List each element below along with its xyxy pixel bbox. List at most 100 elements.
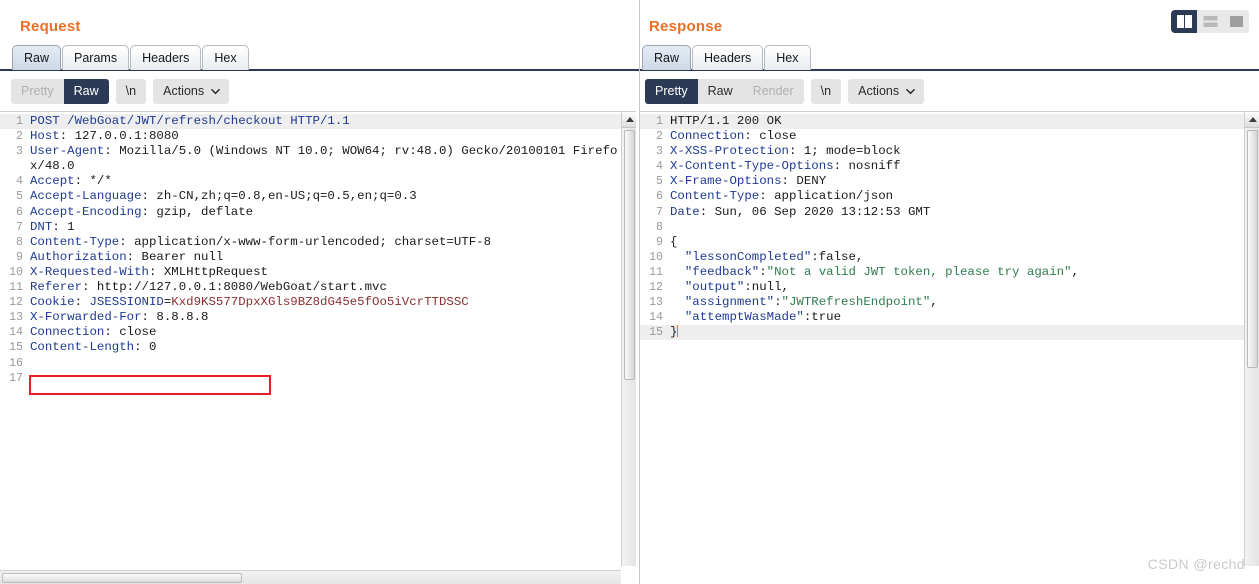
response-line: 5 X-Frame-Options: DENY — [640, 174, 1259, 189]
response-line-number: 2 — [656, 130, 663, 144]
response-line-number: 10 — [649, 250, 663, 264]
request-line-number: 5 — [16, 190, 23, 204]
request-line-number: 3 — [16, 145, 23, 159]
request-tab-raw[interactable]: Raw — [12, 44, 62, 70]
request-line-text: Connection: close — [30, 325, 157, 340]
response-line: 7 Date: Sun, 06 Sep 2020 13:12:53 GMT — [640, 205, 1259, 220]
request-line-number: 4 — [16, 175, 23, 189]
request-pretty-button[interactable]: Pretty — [11, 79, 64, 105]
request-line: 6 Accept-Encoding: gzip, deflate — [0, 205, 636, 220]
response-newline-button[interactable]: \n — [810, 78, 842, 105]
request-line-text: Accept: */* — [30, 174, 112, 189]
request-line: 2 Host: 127.0.0.1:8080 — [0, 129, 636, 144]
response-line-text: HTTP/1.1 200 OK — [670, 114, 782, 128]
response-line: 8 — [640, 220, 1259, 235]
chevron-down-icon — [906, 87, 915, 96]
request-actions-button[interactable]: Actions — [153, 78, 230, 105]
response-line-number: 9 — [656, 235, 663, 249]
request-line: 15 Content-Length: 0 — [0, 340, 636, 355]
request-line: 10 X-Requested-With: XMLHttpRequest — [0, 265, 636, 280]
response-line-number: 3 — [656, 145, 663, 159]
request-code[interactable]: 1 POST /WebGoat/JWT/refresh/checkout HTTP… — [0, 112, 636, 566]
response-line-text: "attemptWasMade":true — [670, 310, 842, 325]
request-line-text: Referer: http://127.0.0.1:8080/WebGoat/s… — [30, 280, 387, 295]
response-panel-title: Response — [649, 18, 723, 35]
response-pretty-button[interactable]: Pretty — [645, 78, 698, 105]
scroll-up-arrow-icon[interactable] — [1245, 112, 1259, 128]
response-render-button[interactable]: Render — [743, 79, 804, 105]
scroll-up-arrow-icon[interactable] — [622, 112, 636, 128]
response-view-mode-group: Pretty Raw Render — [645, 78, 804, 105]
response-line-number: 7 — [656, 205, 663, 219]
response-scroll-thumb[interactable] — [1247, 130, 1258, 368]
request-tab-hex[interactable]: Hex — [202, 44, 249, 70]
request-line: 5 Accept-Language: zh-CN,zh;q=0.8,en-US;q… — [0, 189, 636, 204]
response-editor[interactable]: 1 HTTP/1.1 200 OK 2 Connection: close 3 X-XSS… — [640, 111, 1259, 566]
request-panel: Request Raw Params Headers Hex Pretty Raw \… — [0, 0, 640, 584]
request-tab-headers[interactable]: Headers — [130, 44, 202, 70]
response-tab-headers[interactable]: Headers — [692, 44, 764, 70]
request-line-number: 1 — [16, 115, 23, 128]
request-line-number: 12 — [9, 296, 23, 310]
response-line-number: 6 — [656, 190, 663, 204]
response-actions-label: Actions — [858, 83, 900, 98]
layout-split-horizontal-button[interactable] — [1197, 10, 1223, 33]
response-actions-button[interactable]: Actions — [848, 78, 925, 105]
request-line: 12 Cookie: JSESSIONID=Kxd9KS577DpxXGls9BZ… — [0, 295, 636, 310]
request-raw-button[interactable]: Raw — [63, 78, 109, 105]
response-line: 4 X-Content-Type-Options: nosniff — [640, 159, 1259, 174]
layout-toggle-group — [1171, 10, 1249, 33]
response-line: 15} — [640, 325, 1259, 341]
request-view-mode-group: Pretty Raw — [11, 78, 109, 105]
response-line: 12 "output":null, — [640, 280, 1259, 295]
response-raw-button[interactable]: Raw — [698, 79, 743, 105]
request-hscroll-thumb[interactable] — [2, 573, 242, 583]
request-horizontal-scrollbar[interactable] — [0, 570, 621, 584]
request-line-text: Host: 127.0.0.1:8080 — [30, 129, 179, 144]
request-line: 3 User-Agent: Mozilla/5.0 (Windows NT 10.… — [0, 144, 636, 174]
response-tab-hex[interactable]: Hex — [764, 44, 811, 70]
response-message-tabs: Raw Headers Hex — [640, 44, 1259, 71]
response-line-text: X-XSS-Protection: 1; mode=block — [670, 144, 901, 159]
response-line: 6 Content-Type: application/json — [640, 189, 1259, 204]
request-line-text: Content-Length: 0 — [30, 340, 157, 355]
request-line-text: Cookie: JSESSIONID=Kxd9KS577DpxXGls9BZ8d… — [30, 295, 469, 310]
request-line-text: X-Forwarded-For: 8.8.8.8 — [30, 310, 209, 325]
response-line-number: 14 — [649, 311, 663, 325]
response-vertical-scrollbar[interactable] — [1244, 112, 1259, 566]
response-line-text: "feedback":"Not a valid JWT token, pleas… — [670, 264, 1079, 279]
request-line: 14 Connection: close — [0, 325, 636, 340]
response-line-number: 11 — [649, 265, 663, 279]
request-editor[interactable]: 1 POST /WebGoat/JWT/refresh/checkout HTTP… — [0, 111, 636, 566]
response-line-text: X-Frame-Options: DENY — [670, 174, 827, 189]
request-message-tabs: Raw Params Headers Hex — [0, 44, 639, 71]
response-line: 2 Connection: close — [640, 129, 1259, 144]
response-line-number: 5 — [656, 175, 663, 189]
request-line: 8 Content-Type: application/x-www-form-ur… — [0, 235, 636, 250]
response-line-text: X-Content-Type-Options: nosniff — [670, 159, 901, 174]
response-tab-raw[interactable]: Raw — [642, 44, 692, 70]
request-tab-params[interactable]: Params — [62, 44, 130, 70]
request-line: 4 Accept: */* — [0, 174, 636, 189]
request-line-text: X-Requested-With: XMLHttpRequest — [30, 264, 268, 279]
response-code[interactable]: 1 HTTP/1.1 200 OK 2 Connection: close 3 X-XSS… — [640, 112, 1259, 566]
response-line-text: Connection: close — [670, 129, 797, 144]
request-line-text: Accept-Language: zh-CN,zh;q=0.8,en-US;q=… — [30, 189, 417, 204]
layout-single-pane-button[interactable] — [1223, 10, 1249, 33]
request-newline-button[interactable]: \n — [115, 78, 147, 105]
watermark: CSDN @rechd — [1147, 556, 1245, 572]
layout-split-vertical-button[interactable] — [1171, 10, 1197, 33]
request-line-text: POST /WebGoat/JWT/refresh/checkout HTTP/… — [30, 114, 350, 128]
response-line: 1 HTTP/1.1 200 OK — [640, 114, 1259, 130]
request-line: 7 DNT: 1 — [0, 220, 636, 235]
request-vertical-scrollbar[interactable] — [621, 112, 636, 566]
response-panel: Response Raw Headers Hex Pretty Raw Rend… — [640, 0, 1259, 584]
request-scroll-thumb[interactable] — [624, 130, 635, 380]
request-line: 13 X-Forwarded-For: 8.8.8.8 — [0, 310, 636, 325]
burp-repeater-window: Request Raw Params Headers Hex Pretty Raw \… — [0, 0, 1259, 584]
request-line-text: Content-Type: application/x-www-form-url… — [30, 234, 492, 249]
response-line-number: 13 — [649, 296, 663, 310]
response-line-number: 8 — [656, 220, 663, 234]
request-line-number: 9 — [16, 250, 23, 264]
response-line-text: "output":null, — [670, 280, 789, 295]
